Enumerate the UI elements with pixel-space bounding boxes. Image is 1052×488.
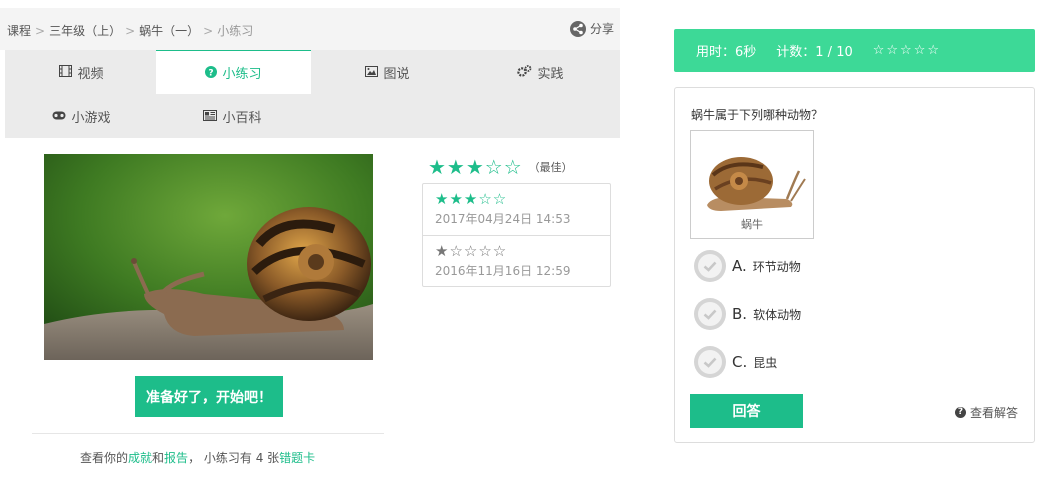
answer-button[interactable]: 回答 <box>690 394 803 428</box>
breadcrumb-item-lesson[interactable]: 蜗牛（一） <box>139 24 199 38</box>
achievements-link[interactable]: 成就 <box>128 451 152 465</box>
tab-games[interactable]: 小游戏 <box>5 94 158 138</box>
breadcrumb-separator: > <box>203 24 214 38</box>
quiz-status-bar: 用时：6秒 计数：1 / 10 ☆☆☆☆☆ <box>674 29 1035 72</box>
history-date: 2016年11月16日 12:59 <box>435 264 571 278</box>
info-prefix: 查看你的 <box>80 451 129 465</box>
best-stars: ★★★☆☆ <box>428 155 523 179</box>
breadcrumb-item-course[interactable]: 课程 <box>7 24 31 38</box>
explain-label: 查看解答 <box>969 406 1018 420</box>
option-letter: C. <box>732 353 748 371</box>
breadcrumb-separator: > <box>35 24 46 38</box>
tab-pictures[interactable]: 图说 <box>311 50 464 94</box>
start-button[interactable]: 准备好了，开始吧！ <box>135 376 283 417</box>
tab-label: 小练习 <box>222 67 262 82</box>
tab-label: 视频 <box>77 66 104 82</box>
option-b[interactable]: B. 软体动物 <box>694 298 801 330</box>
check-circle-icon <box>694 298 726 330</box>
info-line: 查看你的成就和报告， 小练习有 4 张错题卡 <box>80 449 315 466</box>
newspaper-icon <box>203 109 218 123</box>
check-circle-icon <box>694 250 726 282</box>
breadcrumb-current: 小练习 <box>217 24 254 38</box>
option-letter: A. <box>732 257 747 275</box>
best-rating: ★★★☆☆ （最佳） <box>428 155 573 179</box>
gamepad-icon <box>52 110 66 122</box>
breadcrumb-item-grade[interactable]: 三年级（上） <box>49 24 121 38</box>
snail-photo <box>44 154 373 360</box>
view-explanation-link[interactable]: ? 查看解答 <box>954 404 1018 421</box>
tab-encyclopedia[interactable]: 小百科 <box>156 94 309 138</box>
breadcrumb-bar: 课程 > 三年级（上） > 蜗牛（一） > 小练习 分享 <box>0 8 620 50</box>
tab-video[interactable]: 视频 <box>5 50 158 94</box>
tab-label: 小百科 <box>222 110 262 126</box>
lesson-tabs: 视频 ? 小练习 图说 实践 小游戏 小百科 <box>5 50 620 138</box>
question-counter: 计数：1 / 10 <box>776 45 853 60</box>
question-image: 蜗牛 <box>690 130 814 239</box>
image-icon <box>365 65 379 79</box>
option-text: 环节动物 <box>752 259 801 274</box>
tab-label: 实践 <box>537 66 564 82</box>
question-text: 蜗牛属于下列哪种动物？ <box>691 108 824 122</box>
report-link[interactable]: 报告 <box>164 451 188 465</box>
history-item: ★★★☆☆ 2017年04月24日 14:53 <box>423 184 610 235</box>
elapsed-time: 用时：6秒 <box>696 45 757 60</box>
score-stars: ☆☆☆☆☆ <box>872 43 942 58</box>
tab-practice[interactable]: ? 小练习 <box>156 50 311 94</box>
history-item: ★☆☆☆☆ 2016年11月16日 12:59 <box>423 235 610 286</box>
history-stars: ★★★☆☆ <box>435 190 508 208</box>
best-label: （最佳） <box>528 161 573 174</box>
option-a[interactable]: A. 环节动物 <box>694 250 801 282</box>
option-text: 软体动物 <box>753 307 802 322</box>
image-caption: 蜗牛 <box>741 218 763 231</box>
share-button[interactable]: 分享 <box>569 20 614 37</box>
svg-text:?: ? <box>209 68 214 78</box>
option-letter: B. <box>732 305 748 323</box>
tab-practice-activity[interactable]: 实践 <box>464 50 617 94</box>
gears-icon <box>517 65 532 79</box>
lesson-panel: 课程>三年级（上）>蜗牛（一）>小练习 分享 视频 ? 小练习 图说 <box>0 0 620 488</box>
tab-label: 小游戏 <box>71 110 111 126</box>
rating-history: ★★★☆☆ 2017年04月24日 14:53 ★☆☆☆☆ 2016年11月16… <box>422 183 611 287</box>
question-card: 蜗牛属于下列哪种动物？ 蜗牛 A. 环节动物 B. 软体动物 C. 昆虫 回答 … <box>674 87 1035 443</box>
breadcrumb-separator: > <box>125 24 136 38</box>
question-circle-icon: ? <box>954 407 966 418</box>
divider <box>32 433 384 434</box>
option-c[interactable]: C. 昆虫 <box>694 346 777 378</box>
share-icon <box>569 20 586 37</box>
history-stars: ★☆☆☆☆ <box>435 242 508 260</box>
share-label: 分享 <box>589 22 614 36</box>
wrong-cards-link[interactable]: 错题卡 <box>279 451 315 465</box>
film-icon <box>59 65 73 79</box>
history-date: 2017年04月24日 14:53 <box>435 212 571 226</box>
info-and: 和 <box>152 451 165 465</box>
info-middle: ， 小练习有 4 张 <box>188 451 280 465</box>
question-circle-icon: ? <box>205 65 218 80</box>
check-circle-icon <box>694 346 726 378</box>
option-text: 昆虫 <box>753 355 778 370</box>
breadcrumb: 课程 > 三年级（上） > 蜗牛（一） > 小练习 <box>7 22 253 39</box>
tab-label: 图说 <box>383 66 410 82</box>
